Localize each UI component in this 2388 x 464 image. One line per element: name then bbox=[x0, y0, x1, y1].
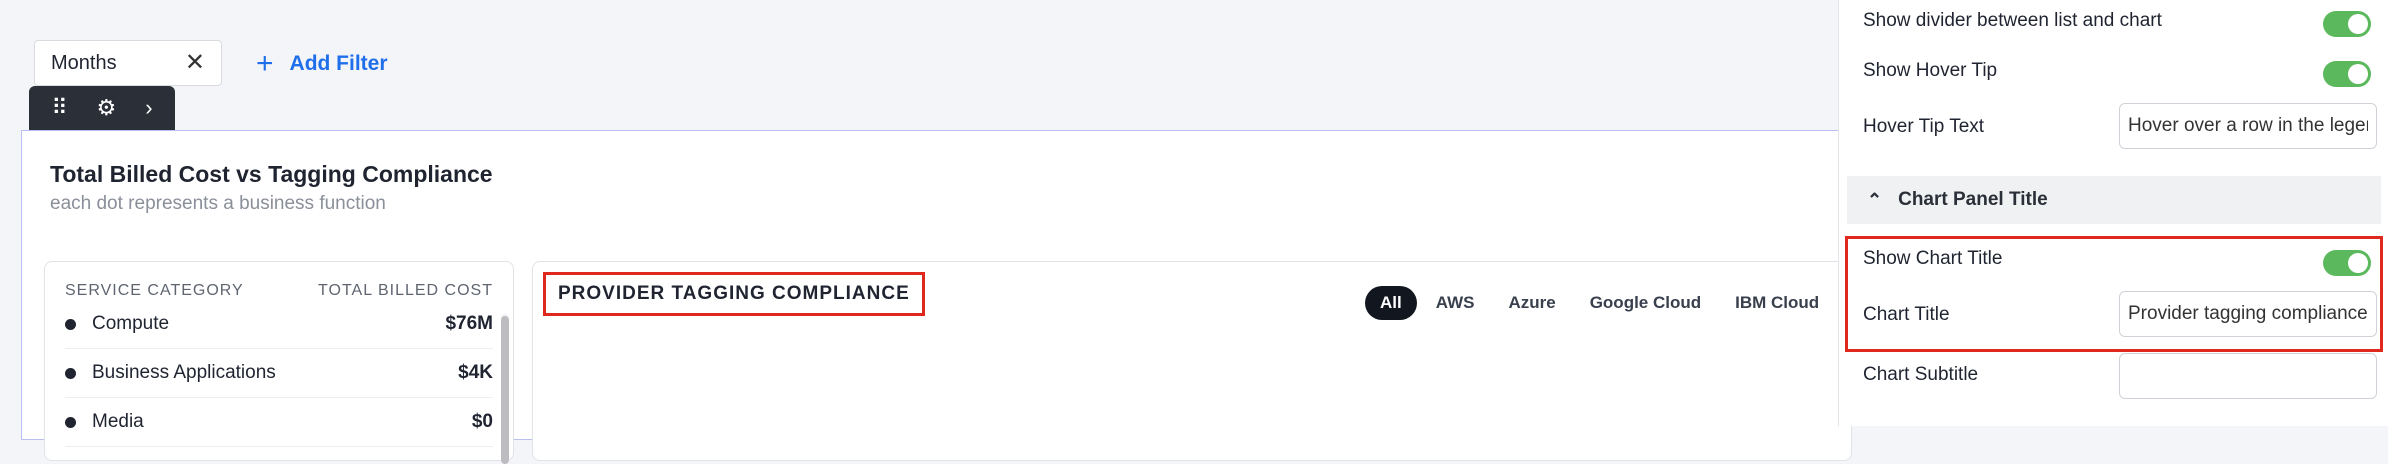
show-chart-title-label: Show Chart Title bbox=[1863, 248, 2003, 269]
chart-title-label: Chart Title bbox=[1863, 304, 1950, 325]
chevron-right-icon[interactable]: › bbox=[145, 95, 152, 121]
plus-icon: + bbox=[256, 47, 274, 80]
bullet-dot bbox=[65, 367, 76, 379]
card-subtitle: each dot represents a business function bbox=[50, 193, 386, 214]
hover-tip-text-input[interactable] bbox=[2119, 103, 2377, 149]
list-item[interactable]: Business Applications $4K bbox=[65, 349, 493, 398]
gear-icon[interactable]: ⚙ bbox=[97, 95, 117, 121]
tab-ibm-cloud[interactable]: IBM Cloud bbox=[1720, 286, 1834, 320]
list-item-value: $0 bbox=[471, 411, 493, 432]
show-divider-label: Show divider between list and chart bbox=[1863, 10, 2162, 31]
filter-chip-label: Months bbox=[51, 51, 117, 74]
tab-all[interactable]: All bbox=[1365, 286, 1417, 320]
chart-subtitle-input[interactable] bbox=[2119, 353, 2377, 399]
chart-panel-title-section[interactable]: ⌃ Chart Panel Title bbox=[1847, 176, 2381, 224]
close-icon[interactable]: ✕ bbox=[185, 51, 205, 75]
list-item[interactable]: Media $0 bbox=[65, 398, 493, 447]
chart-panel: PROVIDER TAGGING COMPLIANCE All AWS Azur… bbox=[532, 261, 1852, 461]
filter-chip-months[interactable]: Months ✕ bbox=[34, 40, 222, 86]
widget-card: Total Billed Cost vs Tagging Compliance … bbox=[21, 130, 1852, 464]
chevron-up-icon: ⌃ bbox=[1867, 189, 1883, 210]
chart-subtitle-label: Chart Subtitle bbox=[1863, 364, 1979, 385]
settings-panel: Show divider between list and chart Show… bbox=[1838, 0, 2388, 426]
add-filter-button[interactable]: + Add Filter bbox=[256, 47, 388, 80]
legend-list: SERVICE CATEGORY TOTAL BILLED COST Compu… bbox=[44, 261, 514, 464]
show-hover-tip-label: Show Hover Tip bbox=[1863, 60, 1998, 81]
col-header-cost: TOTAL BILLED COST bbox=[318, 282, 493, 299]
widget-toolbar: ⠿ ⚙ › bbox=[29, 86, 175, 130]
show-divider-toggle[interactable] bbox=[2323, 11, 2371, 37]
add-filter-label: Add Filter bbox=[289, 52, 388, 75]
chart-title-input[interactable] bbox=[2119, 291, 2377, 337]
show-chart-title-toggle[interactable] bbox=[2323, 250, 2371, 276]
list-item-value: $76M bbox=[445, 313, 493, 334]
chart-panel-title: PROVIDER TAGGING COMPLIANCE bbox=[543, 272, 925, 316]
list-item[interactable]: Compute $76M bbox=[65, 300, 493, 349]
col-header-category: SERVICE CATEGORY bbox=[65, 282, 244, 299]
list-item-name: Compute bbox=[92, 313, 170, 334]
bullet-dot bbox=[65, 318, 76, 330]
list-header: SERVICE CATEGORY TOTAL BILLED COST bbox=[45, 262, 513, 300]
scrollbar-thumb[interactable] bbox=[501, 316, 509, 464]
hover-tip-text-label: Hover Tip Text bbox=[1863, 116, 1985, 137]
list-item-name: Media bbox=[92, 411, 144, 432]
tab-aws[interactable]: AWS bbox=[1421, 286, 1490, 320]
show-hover-tip-toggle[interactable] bbox=[2323, 61, 2371, 87]
drag-handle-icon[interactable]: ⠿ bbox=[51, 95, 67, 121]
tab-azure[interactable]: Azure bbox=[1493, 286, 1570, 320]
provider-tabs: All AWS Azure Google Cloud IBM Cloud bbox=[1365, 286, 1834, 320]
card-title: Total Billed Cost vs Tagging Compliance bbox=[50, 161, 493, 187]
list-item-name: Business Applications bbox=[92, 362, 276, 383]
list-item-value: $4K bbox=[458, 362, 493, 383]
section-title: Chart Panel Title bbox=[1898, 189, 2048, 210]
tab-google-cloud[interactable]: Google Cloud bbox=[1575, 286, 1716, 320]
